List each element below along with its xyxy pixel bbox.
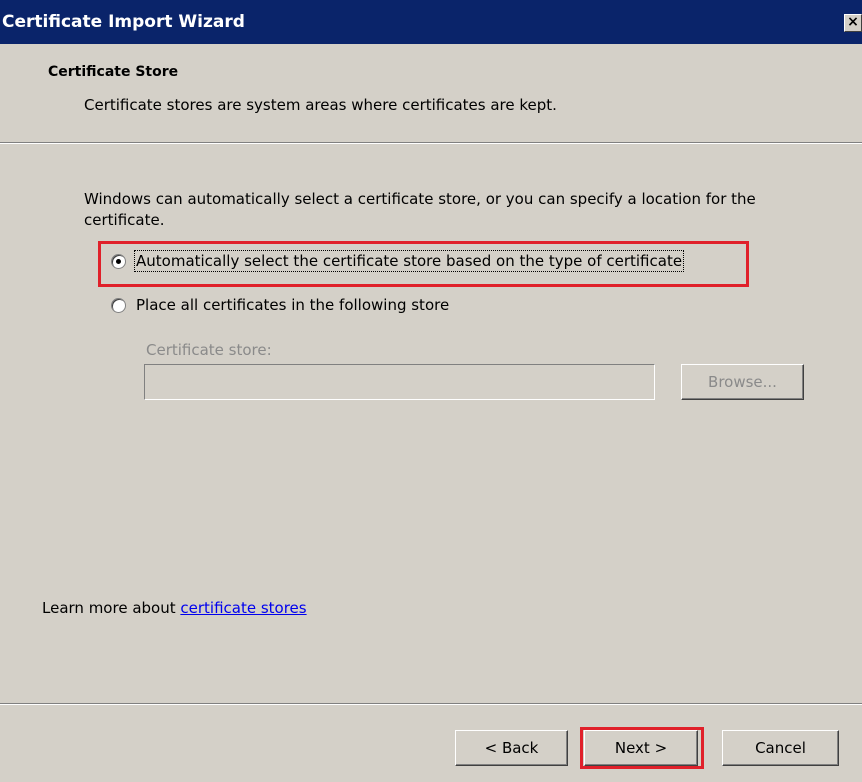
intro-text: Windows can automatically select a certi… — [84, 190, 756, 229]
close-icon: × — [847, 14, 859, 30]
close-button[interactable]: × — [844, 14, 862, 32]
learn-more-text: Learn more about certificate stores — [42, 599, 307, 617]
auto-select-label[interactable]: Automatically select the certificate sto… — [133, 250, 685, 272]
auto-select-radio[interactable] — [111, 253, 126, 269]
header-divider — [0, 142, 862, 144]
window-title: Certificate Import Wizard — [2, 12, 245, 32]
place-in-store-option[interactable]: Place all certificates in the following … — [111, 296, 449, 314]
certificate-store-field[interactable] — [144, 364, 655, 400]
page-title: Certificate Store — [48, 64, 179, 80]
back-button[interactable]: < Back — [455, 730, 568, 766]
browse-button[interactable]: Browse... — [681, 364, 804, 400]
cancel-button[interactable]: Cancel — [722, 730, 839, 766]
place-in-store-label[interactable]: Place all certificates in the following … — [136, 296, 449, 314]
next-button[interactable]: Next > — [584, 730, 698, 766]
auto-select-store-option[interactable]: Automatically select the certificate sto… — [111, 250, 685, 272]
learn-more-prefix: Learn more about — [42, 599, 181, 617]
certificate-store-label: Certificate store: — [146, 341, 272, 359]
place-in-store-radio[interactable] — [111, 297, 126, 313]
title-bar: Certificate Import Wizard × — [0, 0, 862, 44]
page-description: Certificate stores are system areas wher… — [84, 96, 557, 114]
certificate-import-wizard-window: Certificate Import Wizard × Certificate … — [0, 0, 862, 782]
footer-divider — [0, 703, 862, 705]
certificate-stores-link[interactable]: certificate stores — [180, 599, 306, 617]
